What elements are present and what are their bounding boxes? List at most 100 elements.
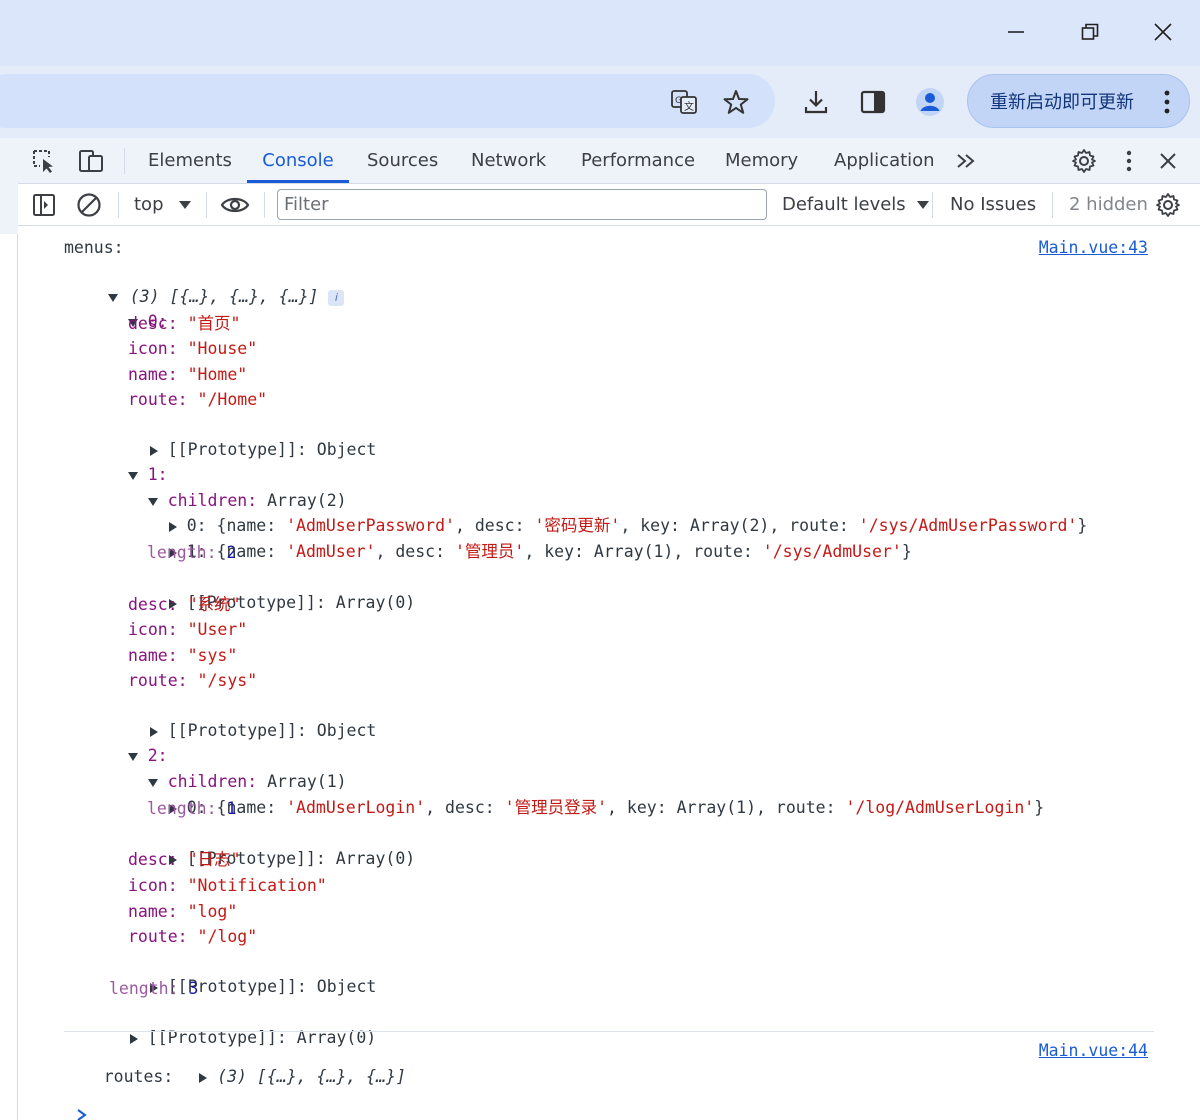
gear-icon [1156, 193, 1180, 217]
sidebar-toggle-icon [33, 194, 55, 216]
context-selector[interactable]: top [134, 184, 192, 226]
child-entry[interactable]: 0: {name: 'AdmUserLogin', desc: '管理员登录',… [129, 772, 1044, 817]
translate-button[interactable]: G 文 [666, 84, 702, 120]
tab-performance[interactable]: Performance [581, 138, 695, 183]
log-label: menus: [64, 238, 124, 257]
tree-node-index[interactable]: 0: [88, 286, 168, 331]
minimize-icon [1008, 31, 1024, 33]
context-label: top [134, 194, 164, 215]
console-settings-button[interactable] [1150, 187, 1186, 223]
log-levels-dropdown[interactable]: Default levels [782, 184, 930, 226]
tree-node-index[interactable]: 1: [88, 439, 168, 484]
translate-icon: G 文 [671, 90, 697, 114]
toolbar-separator [206, 192, 207, 218]
prop-desc: desc: "首页" [128, 314, 241, 333]
clear-console-button[interactable] [71, 187, 107, 223]
array-summary[interactable]: (3) [{…}, {…}, {…}] i [68, 261, 345, 306]
console-prompt[interactable] [36, 1078, 1136, 1120]
browser-toolbar: G 文 重新启动即可更新 [0, 66, 1200, 138]
close-icon [1154, 23, 1172, 41]
toolbar-separator [118, 192, 119, 218]
update-button[interactable]: 重新启动即可更新 [967, 74, 1190, 128]
tab-network[interactable]: Network [471, 138, 546, 183]
toolbar-separator [932, 192, 933, 218]
console-toolbar: top Default levels No Issues 2 hidden [18, 184, 1200, 226]
restore-button[interactable] [1072, 14, 1108, 50]
hidden-count: 2 hidden [1069, 194, 1148, 215]
prop-length: length: 2 [147, 543, 237, 562]
prop-name: name: "sys" [128, 646, 238, 665]
caret-down-icon [179, 201, 192, 209]
prop-desc: desc: "日志" [128, 850, 241, 869]
svg-text:G: G [675, 96, 682, 106]
inspect-element-button[interactable] [26, 143, 62, 179]
eye-icon [220, 197, 250, 213]
device-icon [79, 150, 103, 172]
close-window-button[interactable] [1145, 14, 1181, 50]
prop-route: route: "/log" [128, 927, 258, 946]
close-icon [1160, 153, 1176, 169]
minimize-button[interactable] [998, 14, 1034, 50]
close-devtools-button[interactable] [1150, 143, 1186, 179]
tree-node-index[interactable]: 2: [88, 720, 168, 765]
tab-separator [124, 148, 125, 174]
toolbar-separator [264, 192, 265, 218]
prop-length: length: 1 [147, 799, 237, 818]
star-icon [723, 90, 749, 114]
prototype-node[interactable]: [[Prototype]]: Array(0) [129, 567, 415, 612]
prototype-node[interactable]: [[Prototype]]: Object [110, 951, 376, 996]
devtools-tab-bar: Elements Console Sources Network Perform… [18, 138, 1200, 184]
prop-icon: icon: "House" [128, 339, 258, 358]
devtools-menu-button[interactable] [1111, 143, 1147, 179]
profile-button[interactable] [912, 84, 948, 120]
source-link[interactable]: Main.vue:43 [1039, 236, 1148, 260]
chevron-right-icon [77, 1108, 87, 1120]
svg-text:文: 文 [684, 100, 694, 113]
console-output: menus: Main.vue:43 (3) [{…}, {…}, {…}] i… [18, 226, 1200, 1120]
filter-input[interactable] [277, 189, 767, 220]
log-levels-label: Default levels [782, 194, 906, 215]
tab-console[interactable]: Console [247, 138, 349, 183]
prop-icon: icon: "User" [128, 620, 248, 639]
avatar-icon [916, 88, 944, 116]
tab-sources[interactable]: Sources [367, 138, 438, 183]
issues-button[interactable]: No Issues [950, 184, 1036, 226]
double-chevron-right-icon [957, 154, 975, 168]
update-label: 重新启动即可更新 [990, 92, 1134, 113]
devtools-left-edge [0, 138, 18, 1120]
caret-down-icon [917, 201, 930, 209]
tab-memory[interactable]: Memory [725, 138, 798, 183]
prototype-node[interactable]: [[Prototype]]: Array(0) [129, 823, 415, 868]
address-bar[interactable] [0, 74, 775, 128]
prop-route: route: "/Home" [128, 390, 268, 409]
prop-desc: desc: "系统" [128, 595, 241, 614]
tab-application[interactable]: Application [834, 138, 935, 183]
gear-icon [1072, 149, 1096, 173]
more-tabs-button[interactable] [948, 143, 984, 179]
log-entry-routes[interactable]: routes: (3) [{…}, {…}, {…}] [64, 1041, 406, 1086]
inspect-icon [33, 150, 53, 173]
side-panel-button[interactable] [855, 84, 891, 120]
downloads-button[interactable] [798, 84, 834, 120]
more-vert-icon [1164, 90, 1170, 114]
prototype-node[interactable]: [[Prototype]]: Object [110, 695, 376, 740]
array-prototype-node[interactable]: [[Prototype]]: Array(0) [90, 1002, 376, 1047]
source-link[interactable]: Main.vue:44 [1039, 1039, 1148, 1063]
prop-children[interactable]: children: Array(1) [108, 746, 347, 791]
more-vert-icon [1126, 150, 1132, 172]
console-sidebar-button[interactable] [26, 187, 62, 223]
prototype-node[interactable]: [[Prototype]]: Object [110, 414, 376, 459]
tab-elements[interactable]: Elements [148, 138, 232, 183]
child-entry[interactable]: 1: {name: 'AdmUser', desc: '管理员', key: A… [129, 516, 912, 561]
prop-route: route: "/sys" [128, 671, 258, 690]
block-icon [77, 193, 101, 217]
device-toolbar-button[interactable] [73, 143, 109, 179]
devtools-settings-button[interactable] [1066, 143, 1102, 179]
restore-icon [1081, 23, 1099, 40]
prop-children[interactable]: children: Array(2) [108, 465, 347, 510]
side-panel-icon [860, 90, 886, 114]
download-icon [804, 91, 828, 114]
live-expression-button[interactable] [217, 187, 253, 223]
child-entry[interactable]: 0: {name: 'AdmUserPassword', desc: '密码更新… [129, 490, 1087, 535]
bookmark-button[interactable] [718, 84, 754, 120]
